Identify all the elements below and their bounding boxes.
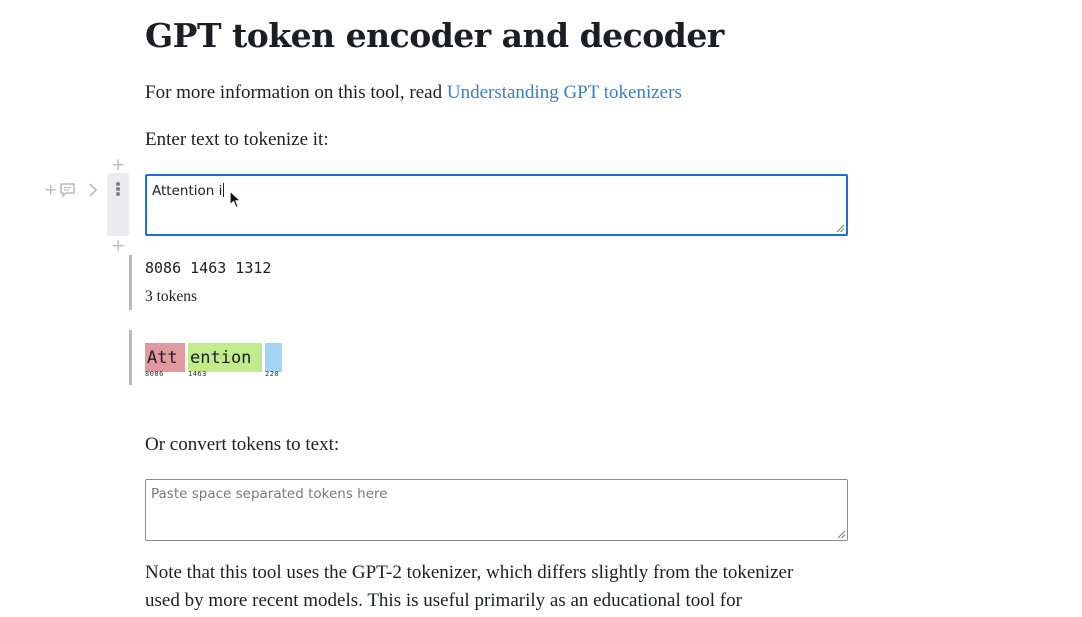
token-chip: Att — [145, 343, 185, 372]
comment-icon[interactable] — [59, 182, 76, 202]
text-caret — [223, 183, 225, 197]
token-chip: ention — [188, 343, 262, 372]
menu-dot — [116, 192, 120, 196]
chevron-right-icon[interactable] — [88, 183, 98, 201]
add-comment-plus-icon[interactable]: + — [44, 181, 57, 199]
menu-dot — [116, 187, 120, 191]
understanding-tokenizers-link[interactable]: Understanding GPT tokenizers — [447, 82, 682, 103]
add-cell-below-icon[interactable]: + — [111, 238, 125, 255]
token-ids-output: 8086 1463 1312 — [145, 259, 272, 277]
token-chip — [265, 343, 282, 372]
decode-prompt: Or convert tokens to text: — [145, 434, 340, 455]
input-value: Attention i — [152, 183, 223, 199]
token-id-label: 8086 — [145, 370, 164, 378]
token-id-label: 1463 — [188, 370, 207, 378]
tokens-input-placeholder: Paste space separated tokens here — [151, 486, 388, 502]
note-line-2: used by more recent models. This is usef… — [145, 590, 742, 611]
encode-prompt: Enter text to tokenize it: — [145, 129, 329, 150]
text-to-tokenize-input[interactable]: Attention i — [145, 174, 848, 236]
resize-handle-icon[interactable] — [837, 530, 845, 538]
output-bar — [129, 330, 132, 385]
page-title: GPT token encoder and decoder — [145, 16, 724, 55]
token-text: Att — [147, 348, 178, 368]
output-bar — [129, 255, 132, 310]
intro-text: For more information on this tool, read — [145, 82, 447, 103]
token-count: 3 tokens — [145, 288, 198, 305]
token-text: ention — [190, 348, 252, 368]
tokens-to-text-input[interactable]: Paste space separated tokens here — [145, 479, 848, 541]
token-id-label: 220 — [265, 370, 280, 378]
mouse-pointer-icon — [229, 190, 242, 209]
add-cell-above-icon[interactable]: + — [111, 157, 125, 174]
vertical-ellipsis-icon[interactable] — [107, 173, 129, 236]
note-line-1: Note that this tool uses the GPT-2 token… — [145, 562, 794, 583]
resize-handle-icon[interactable] — [836, 224, 844, 232]
intro-paragraph: For more information on this tool, read … — [145, 82, 682, 104]
menu-dot — [116, 182, 120, 186]
